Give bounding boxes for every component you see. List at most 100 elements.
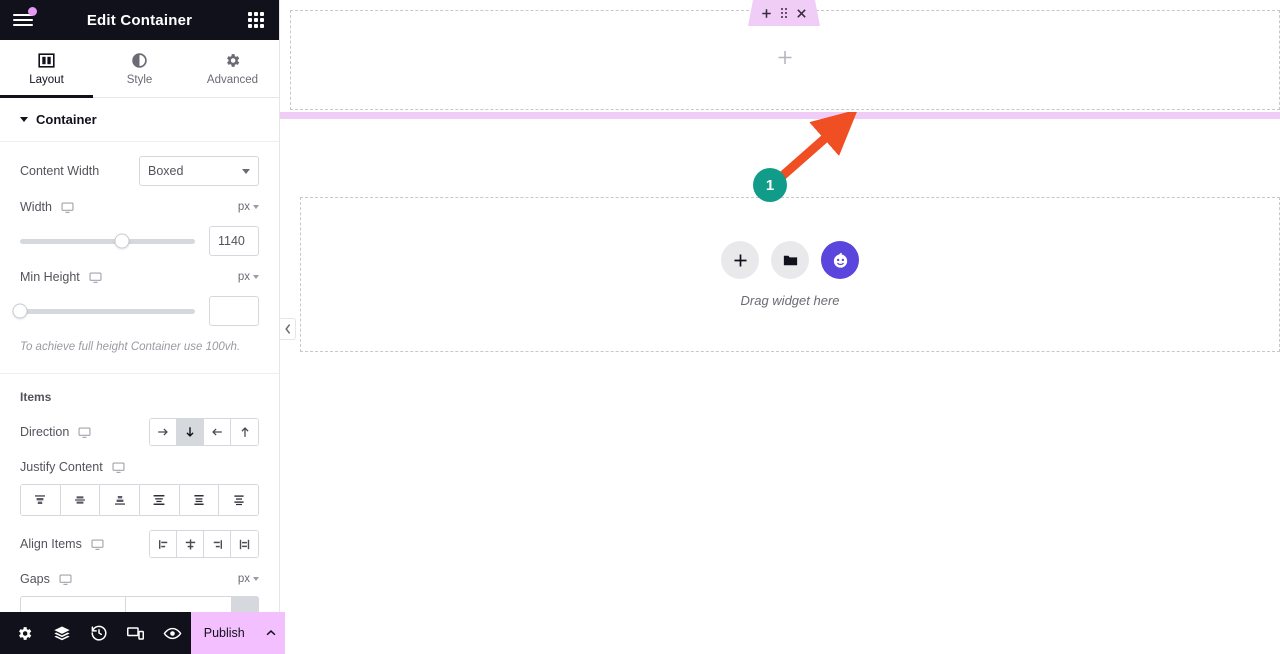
desktop-icon[interactable] — [91, 538, 104, 551]
align-end-icon — [213, 539, 222, 549]
align-center-button[interactable] — [177, 531, 204, 558]
desktop-icon[interactable] — [78, 426, 91, 439]
align-start-button[interactable] — [150, 531, 177, 558]
bottom-bar-icons — [0, 612, 191, 654]
hamburger-menu-icon[interactable] — [0, 0, 46, 40]
annotation-arrow — [769, 112, 858, 189]
preview-eye-icon[interactable] — [154, 612, 191, 654]
direction-row-reverse-button[interactable] — [204, 419, 231, 446]
drag-handle-icon[interactable] — [781, 8, 788, 19]
desktop-icon[interactable] — [59, 573, 72, 586]
chevron-down-icon — [253, 205, 259, 209]
control-min-height: Min Height px — [0, 270, 279, 326]
chevron-down-icon — [253, 275, 259, 279]
panel-header: Edit Container — [0, 0, 279, 40]
editor-bottom-bar: Publish — [0, 612, 285, 654]
layers-icon[interactable] — [43, 612, 80, 654]
folder-icon[interactable] — [771, 241, 809, 279]
publish-button[interactable]: Publish — [191, 612, 258, 654]
width-label: Width — [20, 200, 74, 214]
direction-label: Direction — [20, 425, 91, 439]
plus-icon[interactable] — [775, 48, 795, 73]
min-height-unit-value: px — [237, 271, 250, 283]
divider — [0, 373, 279, 375]
drag-widget-text: Drag widget here — [740, 293, 840, 308]
align-stretch-icon — [239, 539, 250, 549]
desktop-icon[interactable] — [61, 201, 74, 214]
justify-space-evenly-icon — [234, 495, 244, 506]
widget-dropzone-container[interactable]: Drag widget here — [300, 197, 1280, 352]
gear-icon[interactable] — [6, 612, 43, 654]
chevron-down-icon — [242, 168, 250, 174]
control-width: Width px — [0, 200, 279, 256]
widget-add-buttons — [721, 241, 859, 279]
justify-center-icon — [75, 496, 85, 504]
justify-center-button[interactable] — [60, 485, 101, 516]
ai-face-icon[interactable] — [821, 241, 859, 279]
desktop-icon[interactable] — [89, 271, 102, 284]
panel-title: Edit Container — [86, 11, 193, 29]
min-height-slider[interactable] — [12, 303, 195, 319]
container-floating-toolbar — [748, 0, 820, 26]
tab-advanced-label: Advanced — [206, 73, 259, 86]
add-widget-button[interactable] — [721, 241, 759, 279]
elementor-editor: Edit Container Layout Style Advanced Con… — [0, 0, 1280, 654]
history-icon[interactable] — [80, 612, 117, 654]
chevron-up-icon — [266, 630, 276, 636]
tab-style[interactable]: Style — [93, 40, 186, 97]
width-unit-value: px — [237, 201, 250, 213]
tab-advanced[interactable]: Advanced — [186, 40, 279, 97]
min-height-hint: To achieve full height Container use 100… — [20, 341, 241, 353]
contrast-circle-icon — [132, 52, 147, 68]
arrow-right-icon — [158, 428, 168, 436]
align-end-button[interactable] — [204, 531, 231, 558]
plus-icon[interactable] — [761, 8, 772, 19]
justify-content-button-group — [20, 484, 259, 517]
direction-button-group — [149, 418, 259, 447]
control-content-width: Content Width Boxed — [0, 156, 279, 186]
width-unit-selector[interactable]: px — [238, 201, 259, 213]
justify-space-around-button[interactable] — [179, 485, 220, 516]
close-icon[interactable] — [796, 8, 807, 19]
direction-column-reverse-button[interactable] — [231, 419, 258, 446]
section-container-header[interactable]: Container — [0, 98, 279, 142]
control-align-items: Align Items — [0, 530, 279, 559]
responsive-icon[interactable] — [117, 612, 154, 654]
align-start-icon — [158, 539, 167, 549]
gaps-label: Gaps — [20, 572, 72, 586]
content-width-value: Boxed — [148, 164, 184, 178]
chevron-left-icon — [284, 324, 290, 334]
panel-collapse-handle[interactable] — [280, 318, 296, 340]
notification-dot — [28, 7, 37, 16]
justify-space-evenly-button[interactable] — [219, 485, 258, 516]
content-width-label: Content Width — [20, 164, 100, 178]
desktop-icon[interactable] — [112, 461, 125, 474]
arrow-up-icon — [240, 427, 249, 437]
width-slider[interactable] — [20, 233, 195, 249]
apps-grid-icon[interactable] — [233, 0, 279, 40]
direction-column-button[interactable] — [177, 419, 204, 446]
panel-tabs: Layout Style Advanced — [0, 40, 279, 98]
justify-space-between-button[interactable] — [140, 485, 180, 516]
content-width-select[interactable]: Boxed — [139, 156, 259, 186]
min-height-input[interactable] — [209, 296, 259, 326]
direction-row-button[interactable] — [150, 419, 177, 446]
chevron-down-icon — [253, 577, 259, 582]
gaps-unit-selector[interactable]: px — [238, 573, 259, 585]
min-height-slider-thumb[interactable] — [12, 303, 28, 319]
hamburger-bars — [13, 14, 33, 26]
min-height-unit-selector[interactable]: px — [238, 271, 259, 283]
justify-start-button[interactable] — [21, 485, 61, 516]
width-slider-thumb[interactable] — [114, 233, 129, 249]
align-stretch-button[interactable] — [231, 531, 258, 558]
justify-content-label: Justify Content — [20, 460, 125, 474]
justify-space-around-icon — [194, 495, 204, 506]
width-input[interactable] — [209, 226, 259, 256]
control-direction: Direction — [0, 418, 279, 447]
section-container-title: Container — [36, 112, 97, 127]
justify-end-button[interactable] — [100, 485, 141, 516]
tab-layout[interactable]: Layout — [0, 40, 93, 98]
items-group-title: Items — [20, 390, 52, 405]
publish-options-button[interactable] — [257, 612, 285, 654]
control-justify-content: Justify Content — [0, 460, 279, 517]
